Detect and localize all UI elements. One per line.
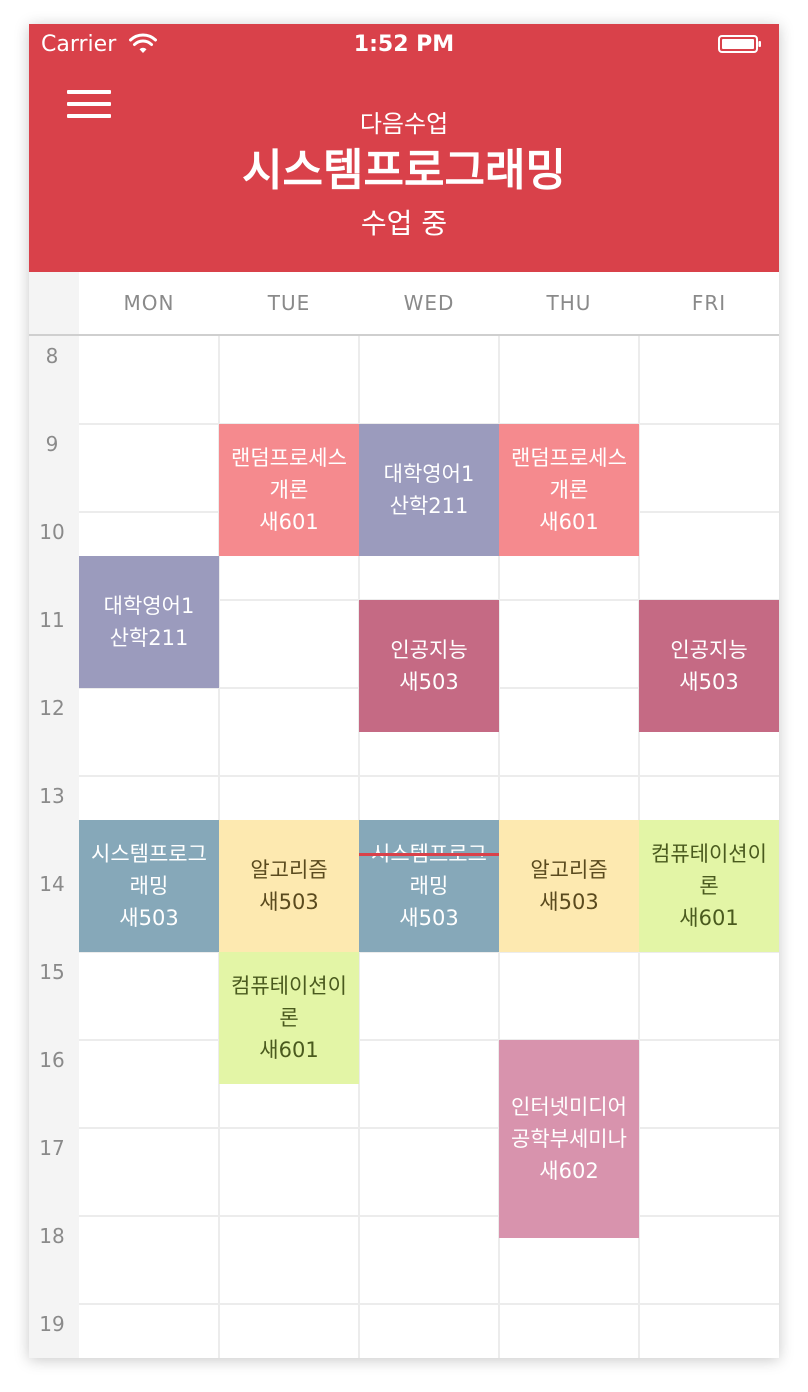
class-block[interactable]: 알고리즘새503 [499,820,639,952]
class-room: 새503 [399,670,459,694]
class-block[interactable]: 인터넷미디어 공학부세미나새602 [499,1040,639,1238]
weekday-header-corner [29,272,79,334]
class-name: 인터넷미디어 공학부세미나 [511,1095,627,1151]
class-name: 랜덤프로세스 개론 [231,446,347,502]
class-name: 시스템프로그 래밍 [91,842,207,898]
course-status: 수업 중 [360,207,448,240]
class-room: 새601 [679,906,739,930]
hour-gridline [79,1127,779,1129]
battery-icon [718,35,761,53]
class-room: 새503 [259,890,319,914]
hour-gridline [79,1039,779,1041]
hour-label-9: 9 [45,432,59,456]
hour-label-16: 16 [39,1048,65,1072]
class-block[interactable]: 대학영어1 산학211 [359,424,499,556]
weekday-header: MON TUE WED THU FRI [29,272,779,336]
class-room: 산학211 [389,494,469,518]
status-time: 1:52 PM [353,32,455,57]
hour-label-13: 13 [39,784,65,808]
class-name: 시스템프로그 래밍 [371,842,487,898]
current-time-indicator [359,852,499,856]
day-label-fri: FRI [691,291,727,315]
hour-label-12: 12 [39,696,65,720]
app-header: Carrier 1:52 PM 다음수업 시스템프로그래밍 수업 중 [29,24,779,272]
class-block[interactable]: 컴퓨테이션이 론새601 [219,952,359,1084]
class-block[interactable]: 시스템프로그 래밍새503 [359,820,499,952]
hour-gridline [79,1215,779,1217]
class-block[interactable]: 시스템프로그 래밍새503 [79,820,219,952]
hour-label-19: 19 [39,1312,65,1336]
class-room: 새503 [679,670,739,694]
day-label-tue: TUE [267,291,311,315]
hour-gridline [79,775,779,777]
app-screen: Carrier 1:52 PM 다음수업 시스템프로그래밍 수업 중 MON TU… [29,24,779,1358]
hour-label-15: 15 [39,960,65,984]
class-room: 새601 [539,510,599,534]
class-name: 컴퓨테이션이 론 [231,974,347,1030]
hour-label-17: 17 [39,1136,65,1160]
hour-label-14: 14 [39,872,65,896]
class-block[interactable]: 랜덤프로세스 개론새601 [219,424,359,556]
hour-label-18: 18 [39,1224,65,1248]
class-room: 산학211 [109,626,189,650]
hour-column [29,336,79,1358]
hour-gridline [79,1303,779,1305]
class-room: 새601 [259,510,319,534]
class-room: 새601 [259,1038,319,1062]
class-name: 알고리즘 [250,858,328,882]
class-block[interactable]: 인공지능새503 [359,600,499,732]
class-room: 새503 [539,890,599,914]
day-label-thu: THU [546,291,592,315]
hour-label-10: 10 [39,520,65,544]
hour-label-8: 8 [45,344,59,368]
class-name: 인공지능 [670,638,748,662]
timetable-grid: 8 9 10 11 12 13 14 15 16 17 18 19 랜덤프로세스 개론 새601 랜덤프로세… [29,336,779,1358]
class-room: 새503 [119,906,179,930]
class-name: 컴퓨테이션이 론 [651,842,767,898]
class-name: 인공지능 [390,638,468,662]
class-block[interactable]: 랜덤프로세스 개론새601 [499,424,639,556]
day-label-wed: WED [403,291,455,315]
class-block[interactable]: 알고리즘새503 [219,820,359,952]
hour-label-11: 11 [39,608,65,632]
class-room: 새503 [399,906,459,930]
class-name: 알고리즘 [530,858,608,882]
class-block[interactable]: 대학영어1 산학211 [79,556,219,688]
class-block[interactable]: 인공지능새503 [639,600,779,732]
class-block[interactable]: 컴퓨테이션이 론새601 [639,820,779,952]
class-name: 랜덤프로세스 개론 [511,446,627,502]
class-name: 대학영어1 [103,594,195,618]
class-name: 대학영어1 [383,462,475,486]
current-course-title: 시스템프로그래밍 [242,145,566,196]
class-room: 새602 [539,1159,599,1183]
day-label-mon: MON [123,291,175,315]
